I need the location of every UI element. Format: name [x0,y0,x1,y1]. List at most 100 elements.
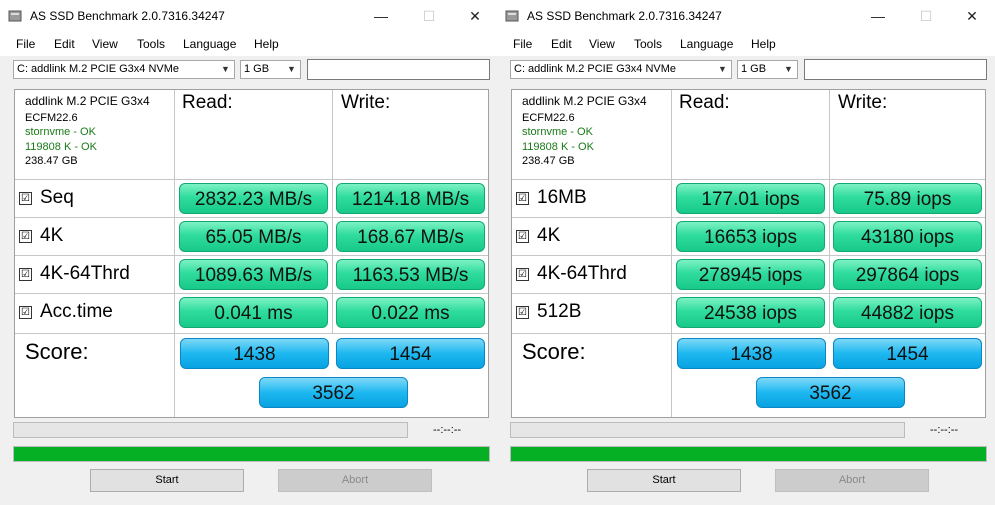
test-4k64-checkbox[interactable]: ☑ 4K-64Thrd [19,263,130,285]
read-value: 65.05 MB/s [179,221,328,252]
device-capacity: 238.47 GB [25,155,78,167]
write-value: 0.022 ms [336,297,485,328]
test-4k64-checkbox[interactable]: ☑ 4K-64Thrd [516,263,627,285]
read-value: 0.041 ms [179,297,328,328]
total-progress-bar [510,446,987,462]
results-grid: addlink M.2 PCIE G3x4 ECFM22.6 stornvme … [14,89,489,418]
menu-file[interactable]: File [513,37,532,51]
menu-bar: File Edit View Tools Language Help [0,34,498,56]
checkbox-checked-icon: ☑ [516,192,529,205]
total-progress-bar [13,446,490,462]
score-read: 1438 [180,338,329,369]
chevron-down-icon: ▼ [287,64,296,74]
close-button[interactable]: ✕ [949,0,995,34]
read-value: 2832.23 MB/s [179,183,328,214]
score-label: Score: [522,339,586,364]
size-select[interactable]: 1 GB ▼ [240,60,301,79]
read-value: 278945 iops [676,259,825,290]
menu-help[interactable]: Help [751,37,776,51]
size-select-value: 1 GB [244,63,270,75]
menu-view[interactable]: View [589,37,615,51]
chevron-down-icon: ▼ [718,64,727,74]
checkbox-checked-icon: ☑ [19,268,32,281]
notes-input[interactable] [307,59,490,80]
benchmark-window-right: AS SSD Benchmark 2.0.7316.34247 — ☐ ✕ Fi… [497,0,995,505]
drive-select[interactable]: C: addlink M.2 PCIE G3x4 NVMe ▼ [13,60,235,79]
minimize-button[interactable]: — [358,0,404,34]
write-value: 1163.53 MB/s [336,259,485,290]
device-info: addlink M.2 PCIE G3x4 ECFM22.6 stornvme … [25,94,150,169]
test-4k-checkbox[interactable]: ☑ 4K [516,225,560,247]
size-select-value: 1 GB [741,63,767,75]
test-label: 4K [40,225,64,246]
close-icon: ✕ [469,8,481,24]
maximize-button[interactable]: ☐ [406,0,452,34]
checkbox-checked-icon: ☑ [19,306,32,319]
checkbox-checked-icon: ☑ [19,192,32,205]
title-bar[interactable]: AS SSD Benchmark 2.0.7316.34247 — ☐ ✕ [0,0,498,34]
menu-language[interactable]: Language [183,37,236,51]
test-4k-checkbox[interactable]: ☑ 4K [19,225,63,247]
window-title: AS SSD Benchmark 2.0.7316.34247 [527,9,722,23]
test-acctime-checkbox[interactable]: ☑ Acc.time [19,301,113,323]
drive-select-value: C: addlink M.2 PCIE G3x4 NVMe [17,63,180,75]
device-name: addlink M.2 PCIE G3x4 [522,94,647,108]
test-512b-checkbox[interactable]: ☑ 512B [516,301,581,323]
read-value: 16653 iops [676,221,825,252]
read-value: 24538 iops [676,297,825,328]
driver-status: stornvme - OK [522,126,593,138]
results-grid: addlink M.2 PCIE G3x4 ECFM22.6 stornvme … [511,89,986,418]
score-total: 3562 [756,377,905,408]
checkbox-checked-icon: ☑ [516,306,529,319]
score-write: 1454 [336,338,485,369]
read-value: 177.01 iops [676,183,825,214]
abort-button[interactable]: Abort [775,469,929,492]
test-label: 16MB [537,187,587,208]
write-value: 75.89 iops [833,183,982,214]
test-label: 4K-64Thrd [40,263,130,284]
menu-file[interactable]: File [16,37,35,51]
write-value: 297864 iops [833,259,982,290]
drive-select-value: C: addlink M.2 PCIE G3x4 NVMe [514,63,677,75]
size-select[interactable]: 1 GB ▼ [737,60,798,79]
write-value: 44882 iops [833,297,982,328]
chevron-down-icon: ▼ [221,64,230,74]
close-icon: ✕ [966,8,978,24]
title-bar[interactable]: AS SSD Benchmark 2.0.7316.34247 — ☐ ✕ [497,0,995,34]
read-header: Read: [679,92,730,113]
alignment-status: 119808 K - OK [522,140,594,153]
minimize-icon: — [871,8,885,24]
read-header: Read: [182,92,233,113]
test-label: Seq [40,187,74,208]
test-label: Acc.time [40,301,113,322]
menu-tools[interactable]: Tools [137,37,165,51]
test-seq-checkbox[interactable]: ☑ Seq [19,187,74,209]
start-button[interactable]: Start [587,469,741,492]
menu-edit[interactable]: Edit [54,37,75,51]
test-16mb-checkbox[interactable]: ☑ 16MB [516,187,587,209]
alignment-status: 119808 K - OK [25,140,97,153]
checkbox-checked-icon: ☑ [516,268,529,281]
device-name: addlink M.2 PCIE G3x4 [25,94,150,108]
menu-tools[interactable]: Tools [634,37,662,51]
drive-icon [505,10,519,22]
start-button[interactable]: Start [90,469,244,492]
drive-icon [8,10,22,22]
minimize-button[interactable]: — [855,0,901,34]
drive-select[interactable]: C: addlink M.2 PCIE G3x4 NVMe ▼ [510,60,732,79]
read-value: 1089.63 MB/s [179,259,328,290]
task-progress-bar [510,422,905,438]
menu-view[interactable]: View [92,37,118,51]
device-firmware: ECFM22.6 [522,111,575,124]
abort-button[interactable]: Abort [278,469,432,492]
minimize-icon: — [374,8,388,24]
maximize-button[interactable]: ☐ [903,0,949,34]
menu-language[interactable]: Language [680,37,733,51]
device-capacity: 238.47 GB [522,155,575,167]
menu-help[interactable]: Help [254,37,279,51]
menu-edit[interactable]: Edit [551,37,572,51]
elapsed-time: --:--:-- [930,424,959,436]
checkbox-checked-icon: ☑ [516,230,529,243]
close-button[interactable]: ✕ [452,0,498,34]
notes-input[interactable] [804,59,987,80]
